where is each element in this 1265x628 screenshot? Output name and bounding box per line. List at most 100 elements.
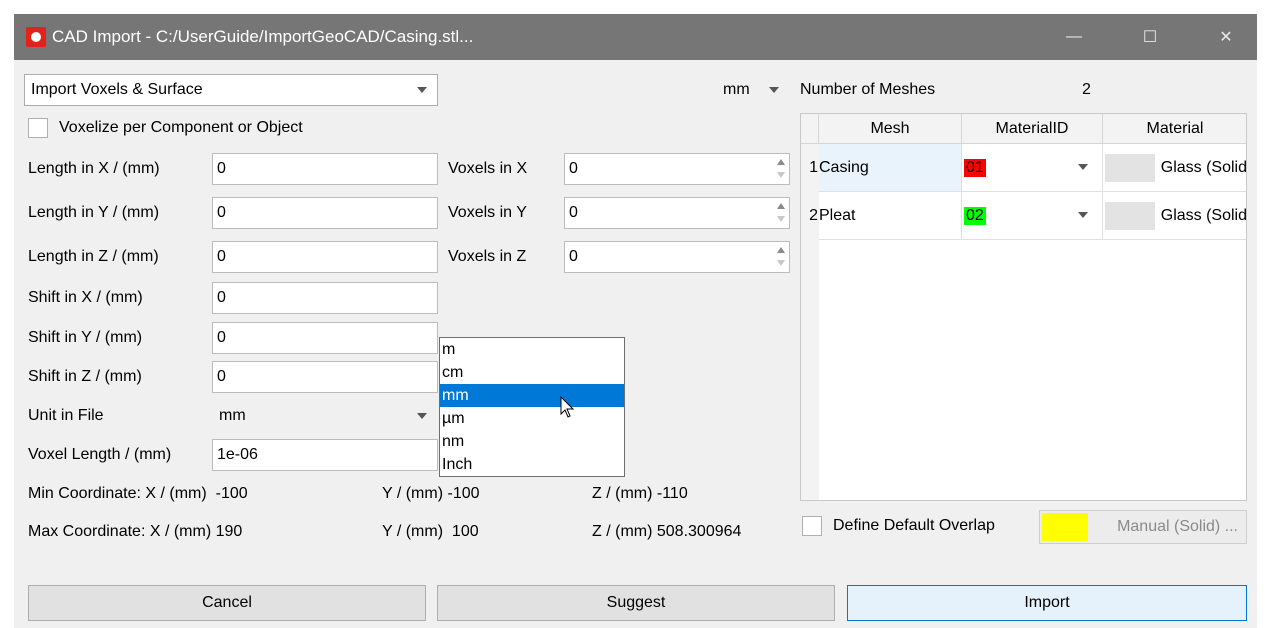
- max-x-value: 190: [215, 523, 243, 540]
- close-button[interactable]: ✕: [1203, 14, 1249, 60]
- overlap-color-swatch: [1042, 513, 1088, 541]
- material-cell[interactable]: Glass (Solid: [1103, 192, 1247, 240]
- column-header-material-id[interactable]: MaterialID: [962, 114, 1103, 144]
- row-header[interactable]: 2: [801, 192, 819, 240]
- voxels-x-value: 0: [569, 160, 578, 177]
- unit-select-value: mm: [723, 81, 750, 98]
- shift-z-label: Shift in Z / (mm): [28, 368, 142, 385]
- import-mode-value: Import Voxels & Surface: [31, 81, 203, 98]
- material-id-value: 01: [964, 158, 986, 177]
- row-header-filler: [801, 240, 819, 500]
- unit-option-um[interactable]: µm: [440, 407, 624, 430]
- voxels-z-value: 0: [569, 248, 578, 265]
- min-x-value: -100: [215, 485, 248, 502]
- min-y-value: -100: [447, 485, 480, 502]
- minimize-button[interactable]: —: [1051, 14, 1097, 60]
- manual-solid-label: Manual (Solid) ...: [1117, 518, 1238, 535]
- define-overlap-label: Define Default Overlap: [833, 517, 995, 534]
- unit-option-m[interactable]: m: [440, 338, 624, 361]
- import-mode-select[interactable]: Import Voxels & Surface: [24, 74, 438, 106]
- max-z-label: Z / (mm): [592, 523, 653, 540]
- voxel-length-input[interactable]: 1e-06: [212, 439, 438, 471]
- max-y-label: Y / (mm): [382, 523, 444, 540]
- length-y-input[interactable]: 0: [212, 197, 438, 229]
- voxels-x-spinbox[interactable]: 0: [564, 153, 790, 185]
- min-z-value: -110: [656, 485, 688, 502]
- mesh-name-cell[interactable]: Pleat: [819, 192, 962, 240]
- suggest-button[interactable]: Suggest: [437, 585, 835, 621]
- material-id-cell[interactable]: 01: [962, 144, 1103, 192]
- length-x-input[interactable]: 0: [212, 153, 438, 185]
- mesh-table: Mesh MaterialID Material 1 Casing 01 Gla…: [800, 113, 1247, 501]
- cad-import-dialog: Import Voxels & Surface mm Voxelize per …: [14, 60, 1257, 628]
- min-coordinate-label: Min Coordinate: X / (mm) -100: [28, 478, 248, 510]
- title-bar[interactable]: CAD Import - C:/UserGuide/ImportGeoCAD/C…: [14, 14, 1257, 60]
- max-x-label: Max Coordinate: X / (mm): [28, 523, 212, 540]
- table-corner: [801, 114, 819, 144]
- length-x-label: Length in X / (mm): [28, 160, 160, 177]
- voxels-z-spinbox[interactable]: 0: [564, 241, 790, 273]
- min-y-label: Y / (mm): [382, 485, 444, 502]
- manual-solid-button[interactable]: Manual (Solid) ...: [1039, 510, 1247, 544]
- chevron-down-icon: [417, 413, 427, 419]
- max-y-value: 100: [451, 523, 479, 540]
- material-cell[interactable]: Glass (Solid: [1103, 144, 1247, 192]
- define-overlap-checkbox[interactable]: [802, 516, 822, 536]
- unit-in-file-value: mm: [219, 407, 246, 424]
- unit-select[interactable]: mm: [716, 74, 790, 106]
- voxel-length-label: Voxel Length / (mm): [28, 446, 172, 463]
- shift-x-label: Shift in X / (mm): [28, 289, 143, 306]
- unit-option-mm[interactable]: mm: [440, 384, 624, 407]
- unit-option-cm[interactable]: cm: [440, 361, 624, 384]
- material-color-swatch: [1105, 202, 1155, 230]
- unit-option-inch[interactable]: Inch: [440, 453, 624, 476]
- mouse-pointer-icon: [560, 396, 575, 418]
- mesh-count-label: Number of Meshes: [800, 81, 936, 98]
- chevron-down-icon: [1078, 164, 1088, 170]
- column-header-mesh[interactable]: Mesh: [819, 114, 962, 144]
- voxels-x-label: Voxels in X: [448, 160, 528, 177]
- unit-in-file-select[interactable]: mm: [212, 400, 438, 432]
- shift-y-label: Shift in Y / (mm): [28, 329, 143, 346]
- spin-arrows-icon[interactable]: [775, 200, 787, 226]
- max-coordinate-label: Max Coordinate: X / (mm) 190: [28, 516, 242, 548]
- material-value: Glass (Solid: [1160, 206, 1247, 224]
- max-z-value: 508.300964: [656, 523, 742, 540]
- min-z-readout: Z / (mm) -110: [592, 478, 688, 510]
- length-z-label: Length in Z / (mm): [28, 248, 159, 265]
- material-value: Glass (Solid: [1160, 158, 1247, 176]
- unit-in-file-label: Unit in File: [28, 407, 104, 424]
- cancel-button[interactable]: Cancel: [28, 585, 426, 621]
- mesh-count-value: 2: [1082, 81, 1091, 98]
- material-id-value: 02: [964, 206, 986, 225]
- unit-option-nm[interactable]: nm: [440, 430, 624, 453]
- column-header-material[interactable]: Material: [1103, 114, 1246, 144]
- material-color-swatch: [1105, 154, 1155, 182]
- window-title: CAD Import - C:/UserGuide/ImportGeoCAD/C…: [52, 27, 474, 46]
- min-z-label: Z / (mm): [592, 485, 653, 502]
- voxelize-label: Voxelize per Component or Object: [59, 119, 303, 136]
- max-z-readout: Z / (mm) 508.300964: [592, 516, 741, 548]
- max-y-readout: Y / (mm) 100: [382, 516, 479, 548]
- length-y-label: Length in Y / (mm): [28, 204, 160, 221]
- spin-arrows-icon[interactable]: [775, 156, 787, 182]
- chevron-down-icon: [1078, 212, 1088, 218]
- mesh-name-cell[interactable]: Casing: [819, 144, 962, 192]
- voxelize-checkbox[interactable]: [28, 118, 48, 138]
- import-button[interactable]: Import: [847, 585, 1247, 621]
- voxels-y-label: Voxels in Y: [448, 204, 527, 221]
- length-z-input[interactable]: 0: [212, 241, 438, 273]
- voxels-y-spinbox[interactable]: 0: [564, 197, 790, 229]
- maximize-button[interactable]: ☐: [1127, 14, 1173, 60]
- spin-arrows-icon[interactable]: [775, 244, 787, 270]
- min-x-label: Min Coordinate: X / (mm): [28, 485, 207, 502]
- row-header[interactable]: 1: [801, 144, 819, 192]
- app-logo-icon: [26, 27, 46, 47]
- shift-x-input[interactable]: 0: [212, 282, 438, 314]
- material-id-cell[interactable]: 02: [962, 192, 1103, 240]
- chevron-down-icon: [417, 87, 427, 93]
- shift-y-input[interactable]: 0: [212, 322, 438, 354]
- unit-dropdown-list[interactable]: m cm mm µm nm Inch: [439, 337, 625, 477]
- shift-z-input[interactable]: 0: [212, 361, 438, 393]
- voxels-z-label: Voxels in Z: [448, 248, 527, 265]
